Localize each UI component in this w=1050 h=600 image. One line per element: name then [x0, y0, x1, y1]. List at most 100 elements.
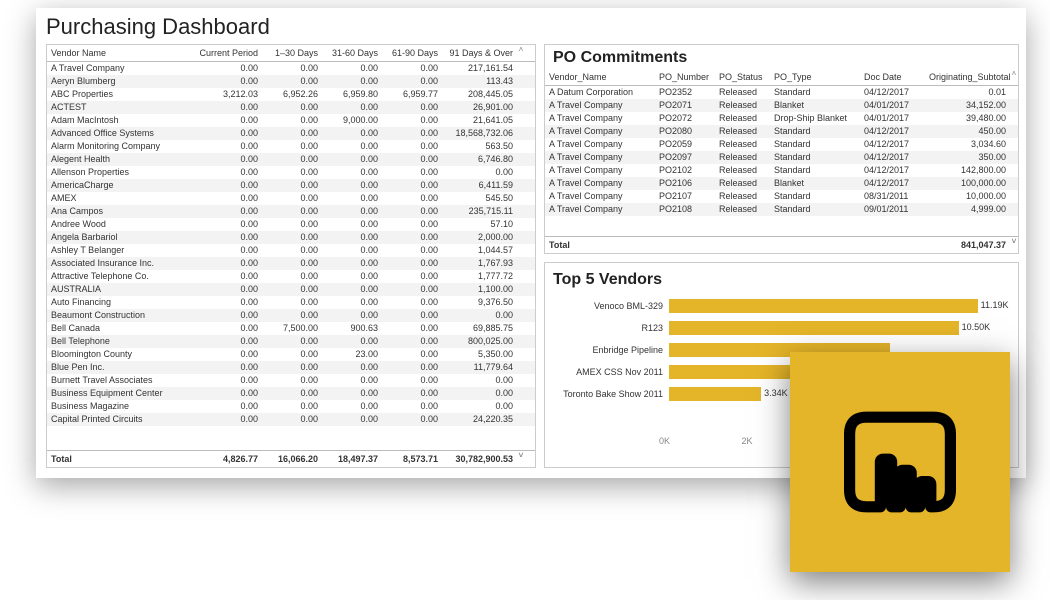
table-row[interactable]: A Travel CompanyPO2102ReleasedStandard04… [545, 164, 1018, 177]
col-31-60[interactable]: 31-60 Days [322, 45, 382, 61]
cell-d1: 0.00 [262, 62, 322, 75]
cell-d2: 900.63 [322, 322, 382, 335]
col-1-30[interactable]: 1–30 Days [262, 45, 322, 61]
cell-date: 04/12/2017 [860, 86, 925, 99]
po-table-body: A Datum CorporationPO2352ReleasedStandar… [545, 86, 1018, 236]
bar-category-label: Toronto Bake Show 2011 [563, 389, 663, 399]
table-row[interactable]: A Travel CompanyPO2080ReleasedStandard04… [545, 125, 1018, 138]
table-row[interactable]: ABC Properties3,212.036,952.266,959.806,… [47, 88, 535, 101]
table-row[interactable]: Burnett Travel Associates0.000.000.000.0… [47, 374, 535, 387]
chart-bar-row[interactable]: R12310.50K [563, 317, 1000, 339]
col-current-period[interactable]: Current Period [192, 45, 262, 61]
chart-bar-row[interactable]: Venoco BML-32911.19K [563, 295, 1000, 317]
col-po-status[interactable]: PO_Status [715, 69, 770, 85]
table-row[interactable]: Beaumont Construction0.000.000.000.000.0… [47, 309, 535, 322]
table-row[interactable]: A Travel Company0.000.000.000.00217,161.… [47, 62, 535, 75]
table-row[interactable]: A Travel CompanyPO2059ReleasedStandard04… [545, 138, 1018, 151]
col-po-vendor[interactable]: Vendor_Name [545, 69, 655, 85]
table-row[interactable]: AmericaCharge0.000.000.000.006,411.59 [47, 179, 535, 192]
table-row[interactable]: Blue Pen Inc.0.000.000.000.0011,779.64 [47, 361, 535, 374]
scroll-down-icon[interactable]: ˅ [1010, 237, 1018, 253]
table-row[interactable]: Auto Financing0.000.000.000.009,376.50 [47, 296, 535, 309]
table-row[interactable]: Capital Printed Circuits0.000.000.000.00… [47, 413, 535, 426]
cell-status: Released [715, 125, 770, 138]
cell-status: Released [715, 203, 770, 216]
cell-date: 04/12/2017 [860, 177, 925, 190]
col-vendor-name[interactable]: Vendor Name [47, 45, 192, 61]
table-row[interactable]: Ana Campos0.000.000.000.00235,715.11 [47, 205, 535, 218]
table-row[interactable]: Business Magazine0.000.000.000.000.00 [47, 400, 535, 413]
power-bi-logo-badge [790, 352, 1010, 572]
cell-sub: 350.00 [925, 151, 1010, 164]
table-row[interactable]: A Travel CompanyPO2097ReleasedStandard04… [545, 151, 1018, 164]
table-row[interactable]: ACTEST0.000.000.000.0026,901.00 [47, 101, 535, 114]
cell-vendor: Business Magazine [47, 400, 192, 413]
cell-over: 5,350.00 [442, 348, 517, 361]
total-over: 30,782,900.53 [442, 451, 517, 467]
chart-title: Top 5 Vendors [553, 267, 1010, 291]
cell-over: 208,445.05 [442, 88, 517, 101]
table-row[interactable]: Aeryn Blumberg0.000.000.000.00113.43 [47, 75, 535, 88]
col-po-date[interactable]: Doc Date [860, 69, 925, 85]
table-row[interactable]: Bell Canada0.007,500.00900.630.0069,885.… [47, 322, 535, 335]
table-row[interactable]: A Datum CorporationPO2352ReleasedStandar… [545, 86, 1018, 99]
cell-vendor: AmericaCharge [47, 179, 192, 192]
cell-cp: 0.00 [192, 413, 262, 426]
table-row[interactable]: A Travel CompanyPO2106ReleasedBlanket04/… [545, 177, 1018, 190]
table-row[interactable]: Ashley T Belanger0.000.000.000.001,044.5… [47, 244, 535, 257]
table-row[interactable]: AUSTRALIA0.000.000.000.001,100.00 [47, 283, 535, 296]
cell-cp: 0.00 [192, 114, 262, 127]
table-row[interactable]: Bell Telephone0.000.000.000.00800,025.00 [47, 335, 535, 348]
cell-over: 9,376.50 [442, 296, 517, 309]
col-91-over[interactable]: 91 Days & Over [442, 45, 517, 61]
cell-status: Released [715, 164, 770, 177]
table-row[interactable]: A Travel CompanyPO2108ReleasedStandard09… [545, 203, 1018, 216]
cell-d3: 0.00 [382, 309, 442, 322]
col-po-subtotal[interactable]: Originating_Subtotal [925, 69, 1010, 85]
cell-cp: 0.00 [192, 127, 262, 140]
cell-over: 0.00 [442, 309, 517, 322]
table-row[interactable]: Andree Wood0.000.000.000.0057.10 [47, 218, 535, 231]
cell-status: Released [715, 112, 770, 125]
cell-status: Released [715, 190, 770, 203]
table-row[interactable]: Bloomington County0.000.0023.000.005,350… [47, 348, 535, 361]
scroll-up-icon[interactable]: ˄ [517, 45, 525, 61]
table-row[interactable]: Angela Barbariol0.000.000.000.002,000.00 [47, 231, 535, 244]
cell-status: Released [715, 138, 770, 151]
cell-d1: 0.00 [262, 205, 322, 218]
col-po-type[interactable]: PO_Type [770, 69, 860, 85]
cell-d1: 0.00 [262, 192, 322, 205]
scroll-up-icon[interactable]: ˄ [1010, 69, 1018, 85]
cell-over: 235,715.11 [442, 205, 517, 218]
table-row[interactable]: A Travel CompanyPO2107ReleasedStandard08… [545, 190, 1018, 203]
table-row[interactable]: Allenson Properties0.000.000.000.000.00 [47, 166, 535, 179]
cell-d3: 0.00 [382, 114, 442, 127]
table-row[interactable]: Business Equipment Center0.000.000.000.0… [47, 387, 535, 400]
bar-fill [669, 387, 761, 401]
aging-table-panel[interactable]: Vendor Name Current Period 1–30 Days 31-… [46, 44, 536, 468]
col-61-90[interactable]: 61-90 Days [382, 45, 442, 61]
table-row[interactable]: Adam MacIntosh0.000.009,000.000.0021,641… [47, 114, 535, 127]
cell-cp: 0.00 [192, 205, 262, 218]
table-row[interactable]: A Travel CompanyPO2072ReleasedDrop-Ship … [545, 112, 1018, 125]
table-row[interactable]: A Travel CompanyPO2071ReleasedBlanket04/… [545, 99, 1018, 112]
scroll-down-icon[interactable]: ˅ [517, 451, 525, 467]
cell-d1: 0.00 [262, 374, 322, 387]
table-row[interactable]: Associated Insurance Inc.0.000.000.000.0… [47, 257, 535, 270]
table-row[interactable]: Attractive Telephone Co.0.000.000.000.00… [47, 270, 535, 283]
table-row[interactable]: Advanced Office Systems0.000.000.000.001… [47, 127, 535, 140]
cell-d1: 0.00 [262, 270, 322, 283]
cell-d2: 9,000.00 [322, 114, 382, 127]
po-commitments-panel[interactable]: PO Commitments Vendor_Name PO_Number PO_… [544, 44, 1019, 254]
table-row[interactable]: Alegent Health0.000.000.000.006,746.80 [47, 153, 535, 166]
table-row[interactable]: AMEX0.000.000.000.00545.50 [47, 192, 535, 205]
cell-over: 800,025.00 [442, 335, 517, 348]
table-row[interactable]: Alarm Monitoring Company0.000.000.000.00… [47, 140, 535, 153]
cell-type: Standard [770, 86, 860, 99]
page-title: Purchasing Dashboard [46, 14, 1016, 40]
cell-d2: 0.00 [322, 244, 382, 257]
col-po-number[interactable]: PO_Number [655, 69, 715, 85]
cell-d3: 0.00 [382, 296, 442, 309]
bar-fill [669, 321, 959, 335]
bar-category-label: AMEX CSS Nov 2011 [563, 367, 663, 377]
